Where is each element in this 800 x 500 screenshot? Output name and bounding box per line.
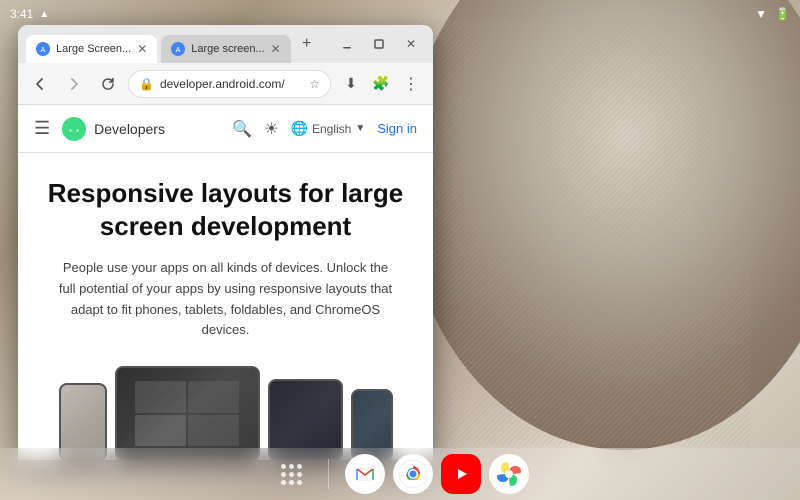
reload-button[interactable] — [94, 70, 122, 98]
dot-8 — [289, 480, 294, 485]
tab-label-1: Large Screen... — [56, 43, 131, 55]
search-icon[interactable]: 🔍 — [232, 119, 252, 139]
tab-large-screen-inactive[interactable]: A Large screen... ✕ — [161, 35, 290, 63]
globe-icon: 🌐 — [291, 120, 308, 137]
taskbar-divider — [328, 459, 329, 489]
menu-icon[interactable]: ⋮ — [397, 70, 425, 98]
tab-close-1[interactable]: ✕ — [137, 42, 147, 56]
window-controls: ✕ — [333, 30, 425, 58]
tablet-screen — [117, 368, 258, 459]
dot-6 — [297, 472, 302, 477]
hero-subtitle: People use your apps on all kinds of dev… — [56, 258, 396, 341]
app-launcher-button[interactable] — [272, 454, 312, 494]
launcher-dots-grid — [281, 464, 303, 485]
svg-text:A: A — [41, 47, 46, 54]
tab-favicon-1: A — [36, 42, 50, 56]
taskbar — [0, 448, 800, 500]
title-bar: A Large Screen... ✕ A Large screen... ✕ … — [18, 25, 433, 63]
browser-window: A Large Screen... ✕ A Large screen... ✕ … — [18, 25, 433, 460]
back-button[interactable] — [26, 70, 54, 98]
url-bar[interactable]: 🔒 developer.android.com/ ☆ — [128, 70, 331, 98]
dot-4 — [281, 472, 286, 477]
extensions-icon[interactable]: 🧩 — [367, 70, 395, 98]
svg-text:A: A — [176, 47, 181, 54]
dot-2 — [289, 464, 294, 469]
chevron-down-icon: ▼ — [355, 123, 365, 134]
nav-actions: 🔍 ☀ 🌐 English ▼ Sign in — [232, 119, 417, 139]
dot-9 — [297, 480, 302, 485]
dot-3 — [297, 464, 302, 469]
google-photos-icon[interactable] — [489, 454, 529, 494]
language-label: English — [312, 122, 351, 136]
dot-1 — [281, 464, 286, 469]
tablet-device — [115, 366, 260, 460]
minimize-button[interactable] — [333, 30, 361, 58]
forward-button[interactable] — [60, 70, 88, 98]
status-time: 3:41 — [10, 7, 33, 21]
url-text: developer.android.com/ — [160, 77, 303, 91]
address-bar-actions: ⬇ 🧩 ⋮ — [337, 70, 425, 98]
wifi-signal-icon: ▲ — [39, 9, 49, 20]
theme-icon[interactable]: ☀ — [264, 119, 278, 139]
close-button[interactable]: ✕ — [397, 30, 425, 58]
android-logo-icon — [62, 117, 86, 141]
battery-icon: 🔋 — [775, 7, 790, 21]
address-bar: 🔒 developer.android.com/ ☆ ⬇ 🧩 ⋮ — [18, 63, 433, 105]
download-icon[interactable]: ⬇ — [337, 70, 365, 98]
sign-in-button[interactable]: Sign in — [377, 121, 417, 136]
dot-5 — [289, 472, 294, 477]
hamburger-menu[interactable]: ☰ — [34, 118, 50, 139]
bookmark-icon: ☆ — [309, 77, 320, 91]
lock-icon: 🔒 — [139, 77, 154, 91]
maximize-button[interactable] — [365, 30, 393, 58]
language-selector[interactable]: 🌐 English ▼ — [291, 120, 366, 137]
site-nav: ☰ Developers 🔍 ☀ 🌐 — [18, 105, 433, 153]
site-logo: Developers — [62, 117, 165, 141]
dot-7 — [281, 480, 286, 485]
chrome-icon[interactable] — [393, 454, 433, 494]
tab-favicon-2: A — [171, 42, 185, 56]
hero-title: Responsive layouts for large screen deve… — [38, 177, 413, 242]
site-logo-text: Developers — [94, 121, 165, 137]
hero-section: Responsive layouts for large screen deve… — [18, 153, 433, 460]
website-content: ☰ Developers 🔍 ☀ 🌐 — [18, 105, 433, 460]
tab-close-2[interactable]: ✕ — [271, 42, 281, 56]
tab-large-screen-active[interactable]: A Large Screen... ✕ — [26, 35, 157, 63]
gmail-icon[interactable] — [345, 454, 385, 494]
status-bar: 3:41 ▲ ▼ 🔋 — [0, 0, 800, 28]
tab-label-2: Large screen... — [191, 43, 264, 55]
new-tab-button[interactable]: + — [295, 32, 319, 56]
wifi-icon: ▼ — [755, 7, 767, 21]
youtube-icon[interactable] — [441, 454, 481, 494]
device-showcase — [38, 361, 413, 460]
